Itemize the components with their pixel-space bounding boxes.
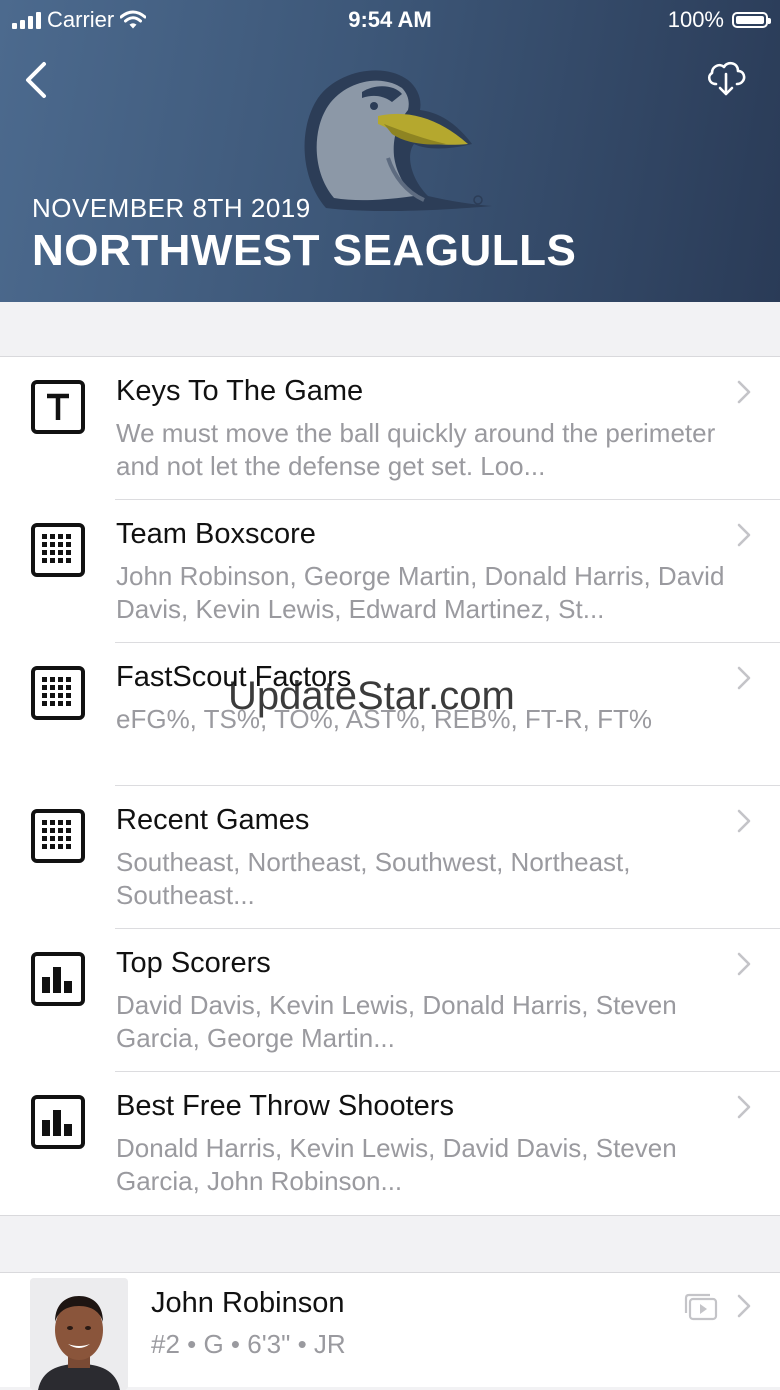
status-right: 100% (667, 7, 771, 33)
menu-item-fastscout-factors[interactable]: FastScout Factors eFG%, TS%, TO%, AST%, … (0, 643, 780, 786)
battery-icon (732, 12, 771, 28)
cloud-download-icon[interactable] (704, 56, 748, 100)
menu-subtitle: We must move the ball quickly around the… (116, 418, 716, 481)
bar-chart-icon (31, 952, 85, 1006)
status-bar: Carrier 9:54 AM 100% (0, 0, 780, 40)
video-library-icon[interactable] (684, 1293, 718, 1321)
seagull-logo (304, 70, 492, 212)
back-chevron-icon[interactable] (18, 56, 58, 104)
menu-title: FastScout Factors (116, 661, 352, 693)
player-name: John Robinson (151, 1287, 345, 1319)
player-row[interactable]: John Robinson #2 • G • 6'3" • JR (0, 1272, 780, 1390)
menu-subtitle: John Robinson, George Martin, Donald Har… (116, 561, 725, 624)
chevron-right-icon (737, 523, 751, 547)
chevron-right-icon (737, 1294, 751, 1318)
menu-item-best-free-throw-shooters[interactable]: Best Free Throw Shooters Donald Harris, … (0, 1072, 780, 1215)
menu-item-top-scorers[interactable]: Top Scorers David Davis, Kevin Lewis, Do… (0, 929, 780, 1072)
chevron-right-icon (737, 666, 751, 690)
chevron-right-icon (737, 952, 751, 976)
team-name: NORTHWEST SEAGULLS (32, 226, 577, 275)
bar-chart-icon (31, 1095, 85, 1149)
battery-percent: 100% (667, 7, 724, 32)
menu-title: Top Scorers (116, 947, 271, 979)
game-date: NOVEMBER 8TH 2019 (32, 193, 311, 223)
team-header: Carrier 9:54 AM 100% NOVEMBER 8TH 2019 N… (0, 0, 780, 302)
chevron-right-icon (737, 1095, 751, 1119)
menu-subtitle: Southeast, Northeast, Southwest, Northea… (116, 847, 631, 910)
chevron-right-icon (737, 380, 751, 404)
chevron-right-icon (737, 809, 751, 833)
player-photo (30, 1278, 128, 1390)
grid-icon (31, 523, 85, 577)
menu-item-recent-games[interactable]: Recent Games Southeast, Northeast, South… (0, 786, 780, 929)
menu-subtitle: Donald Harris, Kevin Lewis, David Davis,… (116, 1133, 677, 1196)
menu-title: Recent Games (116, 804, 310, 836)
menu-item-team-boxscore[interactable]: Team Boxscore John Robinson, George Mart… (0, 500, 780, 643)
grid-icon (31, 809, 85, 863)
menu-title: Best Free Throw Shooters (116, 1090, 454, 1122)
menu-subtitle: eFG%, TS%, TO%, AST%, REB%, FT-R, FT% (116, 704, 652, 734)
text-t-icon (31, 380, 85, 434)
scout-menu-list: Keys To The Game We must move the ball q… (0, 356, 780, 1216)
menu-title: Keys To The Game (116, 375, 364, 407)
menu-subtitle: David Davis, Kevin Lewis, Donald Harris,… (116, 990, 677, 1053)
avatar (30, 1278, 128, 1390)
player-meta: #2 • G • 6'3" • JR (151, 1329, 346, 1359)
grid-icon (31, 666, 85, 720)
menu-item-keys-to-the-game[interactable]: Keys To The Game We must move the ball q… (0, 357, 780, 500)
menu-title: Team Boxscore (116, 518, 316, 550)
status-time: 9:54 AM (348, 7, 432, 32)
battery-level (736, 16, 764, 24)
